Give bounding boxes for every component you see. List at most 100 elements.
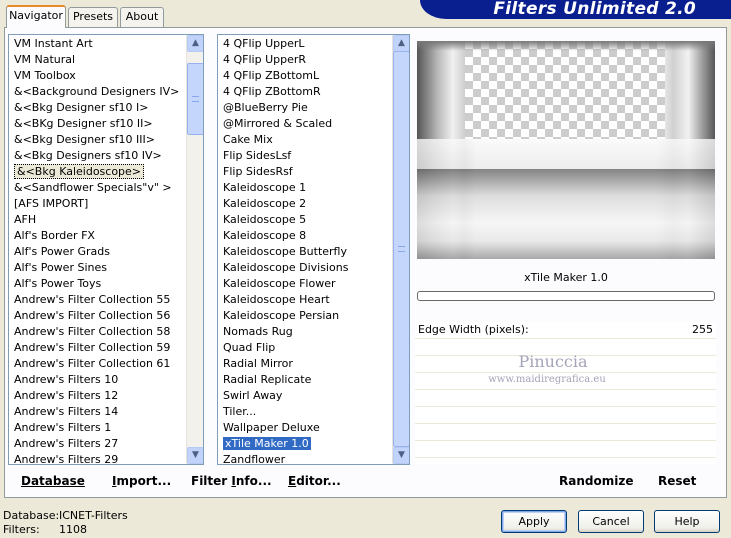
filter-item[interactable]: Kaleidoscope Flower <box>218 276 392 292</box>
filter-info-button[interactable]: Filter Info... <box>191 474 272 488</box>
category-item[interactable]: &<Bkg Designer sf10 III> <box>9 132 186 148</box>
filter-item[interactable]: Kaleidoscope Heart <box>218 292 392 308</box>
database-button[interactable]: Database <box>21 474 85 488</box>
category-item[interactable]: Andrew's Filters 29 <box>9 452 186 464</box>
list-item-label: Wallpaper Deluxe <box>223 421 320 434</box>
filter-item[interactable]: 4 QFlip ZBottomL <box>218 68 392 84</box>
cancel-button[interactable]: Cancel <box>578 510 644 533</box>
import-button[interactable]: Import... <box>112 474 171 488</box>
status-label: Filters: <box>3 523 40 536</box>
filter-item[interactable]: Radial Replicate <box>218 372 392 388</box>
filter-item[interactable]: Kaleidoscope Butterfly <box>218 244 392 260</box>
filter-scrollbar[interactable]: ▲ ▼ <box>392 35 409 464</box>
filter-item[interactable]: Kaleidoscope 8 <box>218 228 392 244</box>
list-item-label: &<Bkg Designer sf10 I> <box>14 101 149 114</box>
filter-item[interactable]: Cake Mix <box>218 132 392 148</box>
list-item-label: xTile Maker 1.0 <box>223 437 311 450</box>
category-item[interactable]: VM Natural <box>9 52 186 68</box>
list-item-label: &<Bkg Kaleidoscope> <box>14 164 145 179</box>
category-list[interactable]: VM Instant Art VM Natural VM Toolbox &<Back… <box>8 34 204 465</box>
scroll-up-icon[interactable]: ▲ <box>393 35 409 52</box>
filter-item[interactable]: 4 QFlip UpperL <box>218 36 392 52</box>
list-item-label: Alf's Power Sines <box>14 261 107 274</box>
category-item[interactable]: VM Toolbox <box>9 68 186 84</box>
filter-item[interactable]: Wallpaper Deluxe <box>218 420 392 436</box>
category-item[interactable]: &<Sandflower Specials"v" > <box>9 180 186 196</box>
category-item[interactable]: Andrew's Filters 27 <box>9 436 186 452</box>
list-item-label: Alf's Border FX <box>14 229 95 242</box>
category-item[interactable]: Andrew's Filter Collection 61 <box>9 356 186 372</box>
filter-item[interactable]: Kaleidoscope 5 <box>218 212 392 228</box>
filter-item[interactable]: @BlueBerry Pie <box>218 100 392 116</box>
filter-item[interactable]: 4 QFlip ZBottomR <box>218 84 392 100</box>
category-item[interactable]: &<BKg Designer sf10 II> <box>9 116 186 132</box>
help-button[interactable]: Help <box>654 510 720 533</box>
category-item[interactable]: Andrew's Filters 14 <box>9 404 186 420</box>
filter-item[interactable]: Flip SidesLsf <box>218 148 392 164</box>
scroll-down-icon[interactable]: ▼ <box>187 447 203 464</box>
list-item-label: Andrew's Filters 1 <box>14 421 112 434</box>
list-item-label: Flip SidesLsf <box>223 149 292 162</box>
category-item[interactable]: Andrew's Filter Collection 59 <box>9 340 186 356</box>
randomize-button[interactable]: Randomize <box>559 474 633 488</box>
filter-item[interactable]: Kaleidoscope 2 <box>218 196 392 212</box>
filter-item[interactable]: 4 QFlip UpperR <box>218 52 392 68</box>
category-item[interactable]: &<Bkg Kaleidoscope> <box>9 164 186 180</box>
scroll-thumb[interactable] <box>187 63 203 135</box>
list-item-label: &<Bkg Designers sf10 IV> <box>14 149 162 162</box>
tab-about[interactable]: About <box>120 7 164 27</box>
list-item-label: &<Sandflower Specials"v" > <box>14 181 172 194</box>
category-items: VM Instant Art VM Natural VM Toolbox &<Back… <box>9 35 186 464</box>
category-scrollbar[interactable]: ▲ ▼ <box>186 35 203 464</box>
filter-item[interactable]: Nomads Rug <box>218 324 392 340</box>
list-item-label: Kaleidoscope Heart <box>223 293 330 306</box>
list-item-label: Andrew's Filter Collection 61 <box>14 357 171 370</box>
list-item-label: Alf's Power Toys <box>14 277 102 290</box>
filter-item[interactable]: Flip SidesRsf <box>218 164 392 180</box>
category-item[interactable]: Alf's Power Grads <box>9 244 186 260</box>
category-item[interactable]: Andrew's Filter Collection 58 <box>9 324 186 340</box>
scroll-up-icon[interactable]: ▲ <box>187 35 203 52</box>
list-item-label: Nomads Rug <box>223 325 293 338</box>
list-item-label: Andrew's Filter Collection 59 <box>14 341 171 354</box>
filter-item[interactable]: Zandflower <box>218 452 392 464</box>
apply-button[interactable]: Apply <box>501 510 567 533</box>
list-item-label: 4 QFlip ZBottomL <box>223 69 320 82</box>
scroll-thumb[interactable] <box>393 51 409 447</box>
list-item-label: Andrew's Filters 29 <box>14 453 119 464</box>
category-item[interactable]: Alf's Border FX <box>9 228 186 244</box>
filter-item[interactable]: Radial Mirror <box>218 356 392 372</box>
filter-item[interactable]: @Mirrored & Scaled <box>218 116 392 132</box>
category-item[interactable]: AFH <box>9 212 186 228</box>
category-item[interactable]: &<Bkg Designers sf10 IV> <box>9 148 186 164</box>
category-item[interactable]: Andrew's Filters 1 <box>9 420 186 436</box>
category-item[interactable]: VM Instant Art <box>9 36 186 52</box>
category-item[interactable]: Andrew's Filter Collection 56 <box>9 308 186 324</box>
category-item[interactable]: Andrew's Filters 10 <box>9 372 186 388</box>
scroll-down-icon[interactable]: ▼ <box>393 447 409 464</box>
list-item-label: @BlueBerry Pie <box>223 101 308 114</box>
param-edge-width[interactable]: Edge Width (pixels): 255 <box>415 322 716 339</box>
category-item[interactable]: Andrew's Filter Collection 55 <box>9 292 186 308</box>
category-item[interactable]: &<Background Designers IV> <box>9 84 186 100</box>
filter-item[interactable]: Swirl Away <box>218 388 392 404</box>
filter-item[interactable]: Kaleidoscope Persian <box>218 308 392 324</box>
category-item[interactable]: Andrew's Filters 12 <box>9 388 186 404</box>
tab-navigator[interactable]: Navigator <box>6 5 66 28</box>
list-item-label: Andrew's Filters 14 <box>14 405 119 418</box>
category-item[interactable]: [AFS IMPORT] <box>9 196 186 212</box>
filter-item[interactable]: Quad Flip <box>218 340 392 356</box>
editor-button[interactable]: Editor... <box>288 474 341 488</box>
reset-button[interactable]: Reset <box>658 474 696 488</box>
param-value: 255 <box>692 323 713 336</box>
category-item[interactable]: &<Bkg Designer sf10 I> <box>9 100 186 116</box>
filter-item[interactable]: Tiler... <box>218 404 392 420</box>
category-item[interactable]: Alf's Power Sines <box>9 260 186 276</box>
filter-item[interactable]: xTile Maker 1.0 <box>218 436 392 452</box>
filter-item[interactable]: Kaleidoscope Divisions <box>218 260 392 276</box>
filter-list[interactable]: 4 QFlip UpperL 4 QFlip UpperR 4 QFlip ZBot… <box>217 34 410 465</box>
tab-presets[interactable]: Presets <box>68 7 118 27</box>
filter-item[interactable]: Kaleidoscope 1 <box>218 180 392 196</box>
list-item-label: Swirl Away <box>223 389 283 402</box>
category-item[interactable]: Alf's Power Toys <box>9 276 186 292</box>
